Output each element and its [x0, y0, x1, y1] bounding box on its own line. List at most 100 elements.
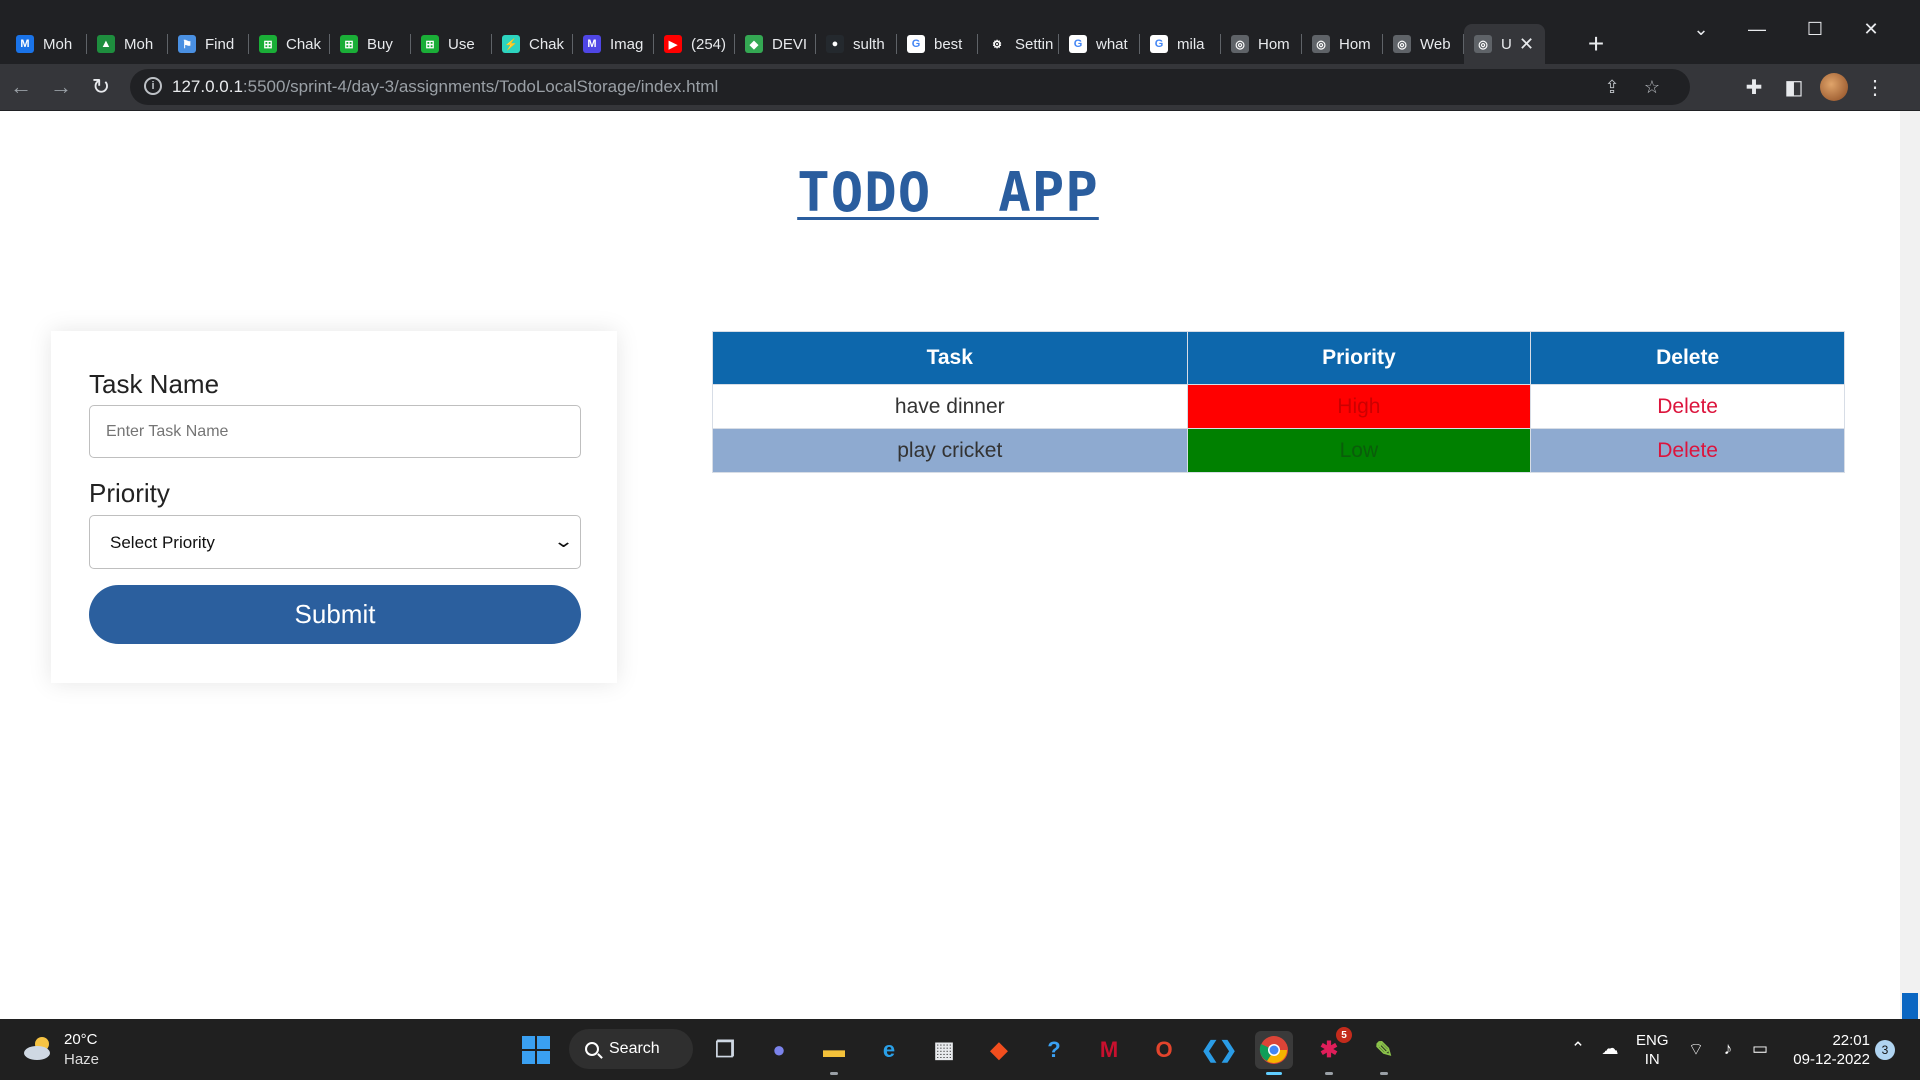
weather-haze-icon[interactable] [22, 1033, 56, 1063]
site-info-icon[interactable]: i [144, 77, 162, 95]
browser-tab[interactable]: ● sulth [816, 24, 897, 64]
windows-start-icon[interactable] [517, 1031, 555, 1069]
priority-label: Priority [89, 478, 170, 508]
globe-icon: ◎ [1474, 35, 1492, 53]
chrome-taskbar-icon[interactable] [1255, 1031, 1293, 1075]
taskbar-search[interactable]: Search [569, 1029, 693, 1069]
tab-search-icon[interactable]: ⌄ [1686, 14, 1716, 44]
globe-icon: ◎ [1312, 35, 1330, 53]
browser-tab[interactable]: ◎ Hom [1221, 24, 1302, 64]
tray-overflow-chevron-icon[interactable]: ⌃ [1566, 1037, 1590, 1061]
page-title: TODO APP [0, 161, 1896, 224]
minimize-icon[interactable]: — [1742, 14, 1772, 44]
onedrive-icon[interactable]: ☁ [1598, 1037, 1622, 1061]
google-icon: G [1069, 35, 1087, 53]
bookmark-star-icon[interactable]: ☆ [1639, 74, 1665, 100]
close-tab-icon[interactable]: ✕ [1519, 34, 1534, 55]
youtube-icon: ▶ [664, 35, 682, 53]
browser-toolbar: ← → ↻ i 127.0.0.1:5500/sprint-4/day-3/as… [0, 64, 1920, 110]
tab-list: M Moh ▲ Moh ⚑ Find ⊞ Chak ⊞ Buy ⊞ Use ⚡ Chak M Imag ▶ (25… [6, 24, 1545, 64]
url-text[interactable]: 127.0.0.1:5500/sprint-4/day-3/assignment… [172, 77, 718, 97]
delete-button[interactable]: Delete [1657, 439, 1718, 462]
globe-icon: ◎ [1231, 35, 1249, 53]
task-view-icon[interactable]: ❐ [706, 1031, 744, 1069]
browser-tab[interactable]: ⚑ Find [168, 24, 249, 64]
delete-button[interactable]: Delete [1657, 395, 1718, 418]
browser-tab[interactable]: ⊞ Buy [330, 24, 411, 64]
slack-icon[interactable]: ✱ 5 [1310, 1027, 1352, 1075]
maximize-icon[interactable]: ☐ [1800, 14, 1830, 44]
back-arrow-icon[interactable]: ← [4, 70, 38, 104]
column-header-priority: Priority [1186, 331, 1532, 385]
taskbar-search-label: Search [609, 1040, 660, 1057]
share-icon[interactable]: ⇪ [1599, 74, 1625, 100]
browser-tab[interactable]: M Moh [6, 24, 87, 64]
help-icon[interactable]: ? [1035, 1031, 1073, 1069]
browser-tab[interactable]: ⊞ Use [411, 24, 492, 64]
search-icon [585, 1042, 599, 1056]
page-scrollbar[interactable] [1900, 111, 1920, 1019]
extensions-puzzle-icon[interactable]: ✚ [1739, 72, 1769, 102]
weather-description[interactable]: Haze [64, 1051, 99, 1068]
new-tab-button[interactable]: + [1580, 28, 1612, 60]
chakra-icon: ⊞ [421, 35, 439, 53]
browser-tab-title: sulth [853, 35, 885, 53]
language-indicator[interactable]: ENG IN [1636, 1031, 1669, 1069]
side-panel-icon[interactable]: ◧ [1779, 72, 1809, 102]
flag-icon: ⚑ [178, 35, 196, 53]
edge-browser-icon[interactable]: e [870, 1031, 908, 1069]
browser-tab[interactable]: Gmila [1140, 24, 1221, 64]
browser-tab-title: Find [205, 35, 235, 53]
battery-icon[interactable]: ▭ [1748, 1037, 1772, 1061]
teams-chat-icon[interactable]: ● [760, 1031, 798, 1069]
profile-avatar[interactable] [1820, 73, 1848, 101]
google-drive-icon: ▲ [97, 35, 115, 53]
todo-table: Task Priority Delete have dinner High De… [712, 331, 1845, 473]
browser-tab[interactable]: ◎ Web [1383, 24, 1464, 64]
scrollbar-thumb[interactable] [1902, 993, 1918, 1019]
browser-tab[interactable]: Gwhat [1059, 24, 1140, 64]
notification-count-badge[interactable]: 3 [1875, 1040, 1895, 1060]
reload-icon[interactable]: ↻ [84, 70, 118, 104]
taskbar-clock[interactable]: 22:01 09-12-2022 [1780, 1031, 1870, 1069]
wifi-icon[interactable]: ⌔ [1684, 1037, 1708, 1061]
close-window-icon[interactable]: ✕ [1856, 14, 1886, 44]
priority-select[interactable]: Select Priority [89, 515, 581, 569]
chrome-menu-icon[interactable]: ⋮ [1860, 72, 1890, 102]
browser-tab-title: Hom [1339, 35, 1371, 53]
submit-button[interactable]: Submit [89, 585, 581, 644]
browser-tab[interactable]: ⊞ Chak [249, 24, 330, 64]
browser-tab[interactable]: ▲ Moh [87, 24, 168, 64]
mcafee-icon[interactable]: M [1090, 1031, 1128, 1069]
task-name-input[interactable] [89, 405, 581, 458]
file-explorer-icon[interactable]: ▬ [815, 1031, 853, 1075]
browser-tab[interactable]: ▶ (254) [654, 24, 735, 64]
browser-tab[interactable]: M Imag [573, 24, 654, 64]
browser-tab-title: Hom [1258, 35, 1290, 53]
browser-tab[interactable]: ⚡ Chak [492, 24, 573, 64]
volume-icon[interactable]: ♪ [1716, 1037, 1740, 1061]
page-viewport: TODO APP Task Name Priority Select Prior… [0, 111, 1900, 1019]
forward-arrow-icon[interactable]: → [44, 70, 78, 104]
task-name-label: Task Name [89, 369, 220, 399]
microsoft-store-icon[interactable]: ▦ [925, 1031, 963, 1069]
browser-tab[interactable]: ◎ Hom [1302, 24, 1383, 64]
browser-tab[interactable]: ◆ DEVI [735, 24, 816, 64]
todo-form-card: Task Name Priority Select Priority ⌄ Sub… [51, 331, 617, 683]
browser-tab[interactable]: ◎ U ✕ [1464, 24, 1545, 64]
vscode-icon[interactable]: ❮❯ [1200, 1031, 1238, 1069]
browser-tab[interactable]: Gbest [897, 24, 978, 64]
chakra-icon: ⊞ [340, 35, 358, 53]
github-icon: ● [826, 35, 844, 53]
weather-temperature[interactable]: 20°C [64, 1031, 98, 1048]
chakra-ui-icon: ⚡ [502, 35, 520, 53]
browser-tab-title: Use [448, 35, 475, 53]
gmail-icon: M [16, 35, 34, 53]
browser-tab[interactable]: ⚙ Settin [978, 24, 1059, 64]
notepad-icon[interactable]: ✎ [1365, 1031, 1403, 1075]
address-bar[interactable]: i 127.0.0.1:5500/sprint-4/day-3/assignme… [130, 69, 1690, 105]
column-header-task: Task [712, 331, 1188, 385]
git-app-icon[interactable]: ◆ [980, 1031, 1018, 1069]
office-icon[interactable]: O [1145, 1031, 1183, 1069]
browser-tab-title: Imag [610, 35, 644, 53]
